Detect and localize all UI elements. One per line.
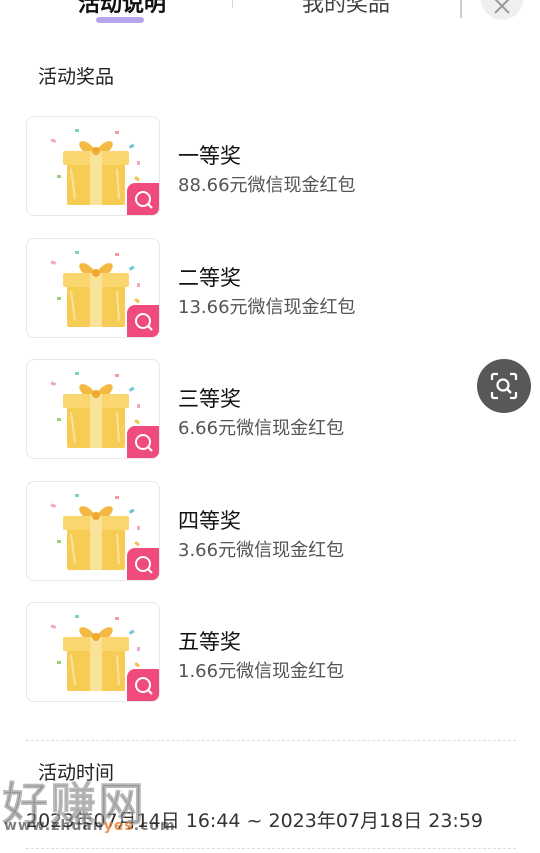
prize-thumbnail[interactable]: [26, 480, 160, 581]
prize-description: 6.66元微信现金红包: [178, 418, 345, 439]
prize-name: 二等奖: [178, 265, 241, 290]
prize-description: 13.66元微信现金红包: [178, 296, 356, 318]
preview-badge[interactable]: [127, 669, 159, 701]
search-icon: [135, 434, 153, 452]
close-icon: [494, 0, 510, 14]
watermark-url-highlight: yes: [103, 818, 134, 834]
watermark-url: www.zhuanyes.com: [4, 818, 176, 834]
tab-divider: [232, 0, 233, 8]
tab-my-prizes[interactable]: 我的奖品: [302, 0, 390, 18]
divider-line: [26, 740, 516, 741]
preview-badge[interactable]: [127, 304, 159, 337]
close-button[interactable]: [481, 0, 523, 20]
prize-description: 88.66元微信现金红包: [178, 175, 356, 196]
site-watermark: 好赚网 www.zhuanyes.com: [2, 768, 202, 838]
tab-activity-info[interactable]: 活动说明: [78, 0, 166, 18]
prize-thumbnail[interactable]: [26, 359, 160, 459]
preview-badge[interactable]: [127, 426, 159, 458]
prize-name: 五等奖: [178, 630, 241, 654]
divider-line-bottom: [26, 848, 516, 849]
prize-item: 四等奖 3.66元微信现金红包: [26, 480, 506, 583]
prize-item: 一等奖 88.66元微信现金红包: [26, 116, 506, 218]
prize-thumbnail[interactable]: [26, 602, 160, 702]
prize-thumbnail[interactable]: [26, 237, 160, 338]
prize-description: 3.66元微信现金红包: [178, 539, 345, 561]
prize-item: 三等奖 6.66元微信现金红包: [26, 359, 506, 461]
search-icon: [135, 555, 153, 574]
header-divider: [460, 0, 462, 18]
tab-bar: 活动说明 我的奖品: [0, 0, 540, 40]
prize-name: 一等奖: [178, 144, 241, 168]
prizes-section-title: 活动奖品: [38, 66, 115, 88]
scan-search-icon: [490, 372, 518, 400]
prize-item: 二等奖 13.66元微信现金红包: [26, 237, 506, 340]
preview-badge[interactable]: [127, 183, 159, 215]
watermark-url-prefix: www.zhuan: [4, 818, 104, 834]
watermark-url-suffix: .com: [133, 818, 176, 834]
tab-active-indicator: [96, 17, 144, 23]
prize-name: 三等奖: [178, 387, 241, 411]
prize-name: 四等奖: [178, 508, 241, 533]
prize-thumbnail[interactable]: [26, 116, 160, 216]
scan-button[interactable]: [477, 359, 531, 413]
search-icon: [135, 191, 153, 209]
preview-badge[interactable]: [127, 547, 159, 580]
prize-item: 五等奖 1.66元微信现金红包: [26, 602, 506, 704]
search-icon: [135, 312, 153, 331]
search-icon: [135, 677, 153, 695]
prize-description: 1.66元微信现金红包: [178, 661, 345, 682]
